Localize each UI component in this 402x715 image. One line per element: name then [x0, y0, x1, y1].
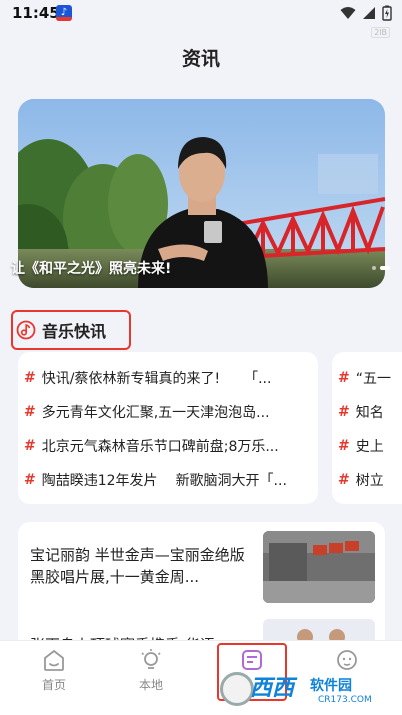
article-title: 宝记丽韵 半世金声—宝丽金绝版黑胶唱片展,十一黄金周... [30, 546, 245, 586]
hash-icon: # [24, 404, 36, 420]
article-thumbnail [263, 531, 375, 603]
watermark-sub: 软件园 [310, 678, 352, 694]
watermark-url: CR173.COM [318, 695, 372, 705]
tab-home[interactable]: 首页 [24, 647, 84, 693]
tab-label: 首页 [41, 678, 66, 692]
news-card: # 快讯/蔡依林新专辑真的来了! 「... # 多元青年文化汇聚,五一天津泡泡岛… [18, 352, 318, 504]
banner-caption: 让《和平之光》照亮未来! [11, 261, 172, 277]
signal-icon [363, 7, 375, 19]
news-item[interactable]: # “五一 [338, 368, 391, 388]
watermark-logo-icon [220, 672, 254, 706]
hash-icon: # [24, 370, 36, 386]
watermark-brand: 西西 [250, 676, 295, 701]
music-note-circle-icon [16, 320, 36, 340]
carousel-dot [372, 266, 376, 270]
page-title: 资讯 [181, 48, 220, 70]
tab-local[interactable]: 本地 [121, 647, 181, 693]
hash-icon: # [338, 370, 350, 386]
status-mini-label: 2lB [371, 27, 390, 38]
section-header: 音乐快讯 [16, 318, 106, 342]
home-icon [44, 650, 64, 671]
wifi-icon [340, 7, 356, 19]
news-item-text: “五一 [355, 371, 391, 387]
hash-icon: # [338, 472, 350, 488]
lightbulb-icon [141, 649, 161, 669]
section-title: 音乐快讯 [42, 322, 107, 341]
music-app-notification-icon: ♪ [56, 5, 72, 21]
site-watermark: 西西 软件园 CR173.COM [218, 668, 402, 712]
battery-charging-icon [382, 5, 392, 21]
news-item[interactable]: # 北京元气森林音乐节口碑前盘;8万乐... [24, 436, 279, 456]
tab-label: 本地 [138, 678, 163, 692]
news-item-tail: 「... [244, 371, 272, 387]
news-item[interactable]: # 多元青年文化汇聚,五一天津泡泡岛... [24, 402, 270, 422]
news-item-text: 知名 [355, 405, 384, 421]
status-bar: 11:45 ♪ 2lB [0, 0, 402, 38]
hash-icon: # [338, 404, 350, 420]
news-item[interactable]: # 知名 [338, 402, 384, 422]
news-item-text: 陶喆睽违12年发片 [41, 473, 158, 489]
carousel-dot-active [380, 266, 390, 270]
news-item-text: 多元青年文化汇聚,五一天津泡泡岛... [41, 405, 270, 421]
news-item[interactable]: # 史上 [338, 436, 384, 456]
hash-icon: # [24, 472, 36, 488]
news-item[interactable]: # 陶喆睽违12年发片 新歌脑洞大开「... [24, 470, 287, 490]
news-item-text: 北京元气森林音乐节口碑前盘;8万乐... [41, 439, 279, 455]
status-indicators [340, 5, 392, 21]
hash-icon: # [338, 438, 350, 454]
news-item-text: 树立 [355, 473, 384, 489]
hash-icon: # [24, 438, 36, 454]
carousel-indicator [372, 266, 390, 270]
news-item[interactable]: # 树立 [338, 470, 384, 490]
status-time: 11:45 [12, 4, 60, 22]
news-item-tail: 新歌脑洞大开「... [175, 473, 287, 489]
news-item-text: 快讯/蔡依林新专辑真的来了! [41, 371, 221, 387]
news-item-text: 史上 [355, 439, 384, 455]
news-item[interactable]: # 快讯/蔡依林新专辑真的来了! 「... [24, 368, 271, 388]
news-card: # “五一 # 知名 # 史上 # 树立 [332, 352, 402, 504]
